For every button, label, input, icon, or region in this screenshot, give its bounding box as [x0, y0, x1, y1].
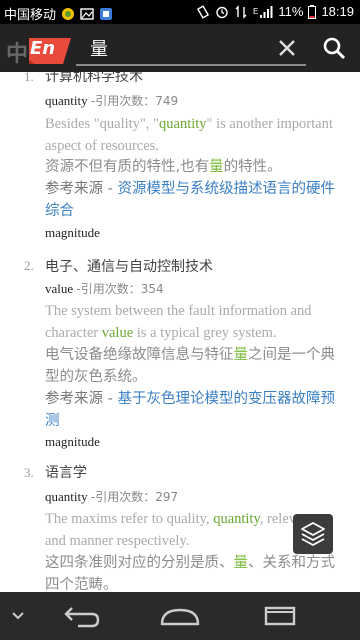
sentence-text: Besides "quality", "	[45, 116, 160, 132]
language-badge[interactable]: En	[30, 38, 55, 59]
source-link[interactable]: 参考来源 - 资源模型与系统级描述语言的硬件综合	[45, 178, 345, 222]
sentence-text: 资源不但有质的特性,也有	[45, 159, 210, 175]
term-text: quantity	[45, 489, 88, 504]
citation-count: -引用次数：749	[90, 94, 179, 108]
sentence-text: The maxims refer to quality,	[45, 511, 214, 527]
vibrate-icon	[196, 4, 210, 19]
news-notification-icon	[100, 7, 113, 20]
search-icon[interactable]	[318, 32, 352, 66]
highlight-term: quantity	[213, 511, 260, 527]
source-label: 参考来源 -	[45, 391, 118, 407]
source-link[interactable]: 参考来源 - 基于灰色理论模型的变压器故障预测	[45, 388, 345, 432]
chinese-sentence: 电气设备绝缘故障信息与特征量之间是一个典型的灰色系统。	[45, 344, 345, 388]
entry-term: quantity -引用次数：749	[45, 92, 178, 109]
citation-count: -引用次数：297	[90, 490, 179, 504]
system-nav-bar	[0, 592, 360, 640]
alt-term[interactable]: magnitude	[45, 434, 100, 450]
english-sentence: The system between the fault information…	[45, 300, 345, 344]
term-text: quantity	[45, 93, 88, 108]
entry-number: 1.	[24, 72, 34, 84]
data-transfer-icon	[235, 4, 247, 19]
entry-field: 电子、通信与自动控制技术	[45, 259, 213, 275]
brand-ghost-text: 中	[6, 42, 29, 67]
entry-term: value -引用次数：354	[45, 280, 164, 297]
highlight-term: quantity	[159, 116, 207, 132]
image-notification-icon	[80, 7, 94, 20]
highlight-term: value	[101, 325, 134, 341]
sentence-text: 的特性。	[223, 159, 282, 175]
battery-icon	[308, 4, 317, 19]
home-icon[interactable]	[150, 592, 210, 640]
alt-term[interactable]: magnitude	[45, 225, 100, 241]
highlight-term: 量	[209, 159, 224, 175]
chinese-sentence: 这四条准则对应的分别是质、量、关系和方式四个范畴。	[45, 552, 345, 596]
entry-number: 2.	[24, 258, 34, 273]
battery-percent: 11%	[278, 4, 304, 19]
entry-number: 3.	[24, 465, 34, 480]
entry-term: quantity -引用次数：297	[45, 488, 178, 505]
term-text: value	[45, 281, 74, 296]
signal-icon	[260, 5, 273, 18]
highlight-term: 量	[233, 555, 249, 571]
recent-apps-icon[interactable]	[250, 592, 310, 640]
layers-button[interactable]	[293, 514, 333, 554]
english-sentence: Besides "quality", "quantity" is another…	[45, 113, 345, 157]
clock: 18:19	[321, 4, 354, 19]
chevron-down-icon[interactable]	[0, 592, 36, 640]
sentence-text: 这四条准则对应的分别是质、	[45, 555, 234, 571]
entry-field: 语言学	[45, 465, 87, 481]
alarm-icon	[216, 6, 228, 18]
app-notification-icon	[62, 7, 75, 20]
layers-icon	[301, 522, 325, 546]
entry-field: 计算机科学技术	[45, 72, 143, 85]
source-label: 参考来源 -	[45, 181, 118, 197]
close-icon[interactable]	[272, 33, 302, 63]
network-type-label: E	[253, 7, 259, 16]
sentence-text: is a typical grey system.	[133, 325, 277, 341]
back-icon[interactable]	[50, 592, 110, 640]
carrier-label: 中国移动	[4, 7, 57, 22]
highlight-term: 量	[233, 347, 249, 363]
chinese-sentence: 资源不但有质的特性,也有量的特性。	[45, 156, 345, 178]
status-bar: 中国移动 E 11% 18:19	[0, 0, 360, 24]
search-input[interactable]	[88, 34, 272, 62]
sentence-text: 电气设备绝缘故障信息与特征	[45, 347, 234, 363]
citation-count: -引用次数：354	[76, 282, 164, 296]
